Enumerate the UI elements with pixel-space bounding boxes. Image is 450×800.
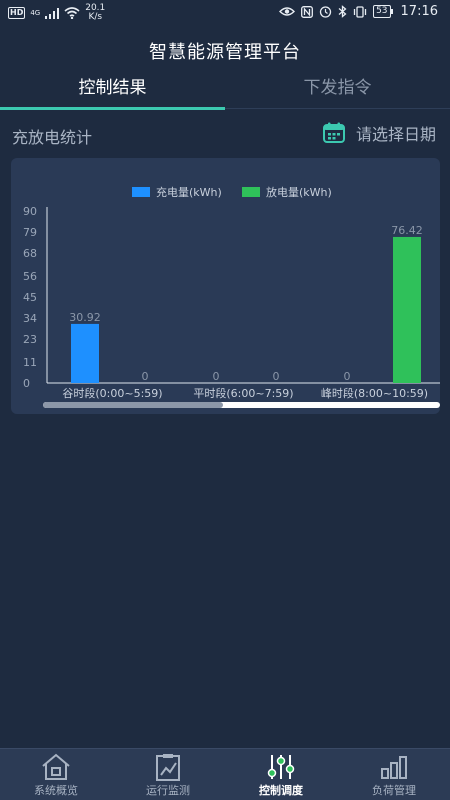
y-tick-label-5: 56 bbox=[23, 270, 37, 283]
x-tick-label-0: 谷时段(0:00~5:59) bbox=[62, 386, 162, 400]
y-tick-label-8: 90 bbox=[23, 205, 37, 218]
bottom-navigation: 系统概览 运行监测 控制调度 负荷管理 bbox=[0, 748, 450, 800]
charge-discharge-chart: 充电量(kWh) 放电量(kWh) 0 11 23 34 45 56 68 79 90 30.92 0 谷… bbox=[23, 185, 440, 400]
data-label-2-0: 0 bbox=[344, 370, 351, 383]
status-left: HD 4G 20.1 K/s bbox=[8, 4, 105, 22]
signal-icon bbox=[45, 7, 60, 19]
network-type: 4G bbox=[30, 9, 41, 17]
y-tick-label-3: 34 bbox=[23, 312, 37, 325]
nav-label: 运行监测 bbox=[146, 784, 190, 797]
bluetooth-icon bbox=[338, 5, 347, 18]
hd-indicator: HD bbox=[8, 7, 26, 19]
nav-operation-monitoring[interactable]: 运行监测 bbox=[112, 749, 224, 800]
sliders-icon bbox=[267, 755, 295, 779]
date-picker-label: 请选择日期 bbox=[355, 125, 436, 144]
status-clock: 17:16 bbox=[400, 4, 438, 19]
y-tick-label-2: 23 bbox=[23, 333, 37, 346]
data-label-0-0: 30.92 bbox=[69, 311, 101, 324]
chart-scrollbar-thumb[interactable] bbox=[43, 402, 223, 408]
nav-system-overview[interactable]: 系统概览 bbox=[0, 749, 112, 800]
calendar-icon bbox=[322, 122, 345, 143]
x-tick-label-1: 平时段(6:00~7:59) bbox=[193, 386, 293, 400]
tab-issue-commands[interactable]: 下发指令 bbox=[225, 68, 450, 108]
legend-swatch-1 bbox=[242, 187, 260, 197]
network-speed: 20.1 K/s bbox=[85, 4, 105, 22]
tab-control-results[interactable]: 控制结果 bbox=[0, 68, 225, 108]
active-tab-indicator bbox=[0, 107, 225, 110]
nav-load-management[interactable]: 负荷管理 bbox=[338, 749, 450, 800]
nfc-icon bbox=[301, 5, 314, 18]
y-tick-label-6: 68 bbox=[23, 247, 37, 260]
y-tick-label-7: 79 bbox=[23, 226, 37, 239]
bar-2-1 bbox=[393, 236, 421, 383]
y-tick-label-1: 11 bbox=[23, 356, 37, 369]
home-icon bbox=[42, 753, 70, 780]
y-tick-label-0: 0 bbox=[23, 377, 30, 390]
nav-label: 控制调度 bbox=[259, 784, 303, 797]
eye-icon bbox=[279, 7, 296, 16]
data-label-0-1: 0 bbox=[142, 370, 149, 383]
battery-indicator: 53 bbox=[373, 5, 394, 18]
legend-label-1: 放电量(kWh) bbox=[266, 185, 332, 199]
wifi-icon bbox=[64, 7, 80, 19]
tab-bar: 控制结果 下发指令 bbox=[0, 68, 450, 110]
bar-chart-icon bbox=[381, 756, 407, 779]
charge-discharge-chart-card: 充电量(kWh) 放电量(kWh) 0 11 23 34 45 56 68 79 90 30.92 0 谷… bbox=[11, 158, 440, 414]
nav-label: 负荷管理 bbox=[372, 784, 416, 797]
monitor-chart-icon bbox=[156, 754, 180, 781]
data-label-2-1: 76.42 bbox=[391, 224, 423, 237]
alarm-icon bbox=[319, 6, 332, 18]
date-picker-button[interactable]: 请选择日期 bbox=[322, 121, 436, 145]
data-label-1-0: 0 bbox=[213, 370, 220, 383]
legend-swatch-0 bbox=[132, 187, 150, 197]
status-bar: HD 4G 20.1 K/s 53 17:16 bbox=[0, 0, 450, 26]
x-tick-label-2: 峰时段(8:00~10:59) bbox=[321, 386, 428, 400]
nav-control-dispatch[interactable]: 控制调度 bbox=[225, 749, 337, 800]
status-right: 53 17:16 bbox=[279, 4, 438, 19]
page-title: 智慧能源管理平台 bbox=[149, 42, 301, 63]
speed-unit: K/s bbox=[88, 12, 103, 22]
vibrate-icon bbox=[353, 5, 367, 18]
app-screen: HD 4G 20.1 K/s 53 17:16 智慧能源管理平台 控制结果 下发… bbox=[0, 0, 450, 800]
data-label-1-1: 0 bbox=[273, 370, 280, 383]
bar-0-0 bbox=[71, 323, 99, 383]
nav-label: 系统概览 bbox=[34, 784, 78, 797]
y-tick-label-4: 45 bbox=[23, 291, 37, 304]
legend-label-0: 充电量(kWh) bbox=[156, 185, 222, 199]
section-title: 充放电统计 bbox=[12, 128, 93, 147]
